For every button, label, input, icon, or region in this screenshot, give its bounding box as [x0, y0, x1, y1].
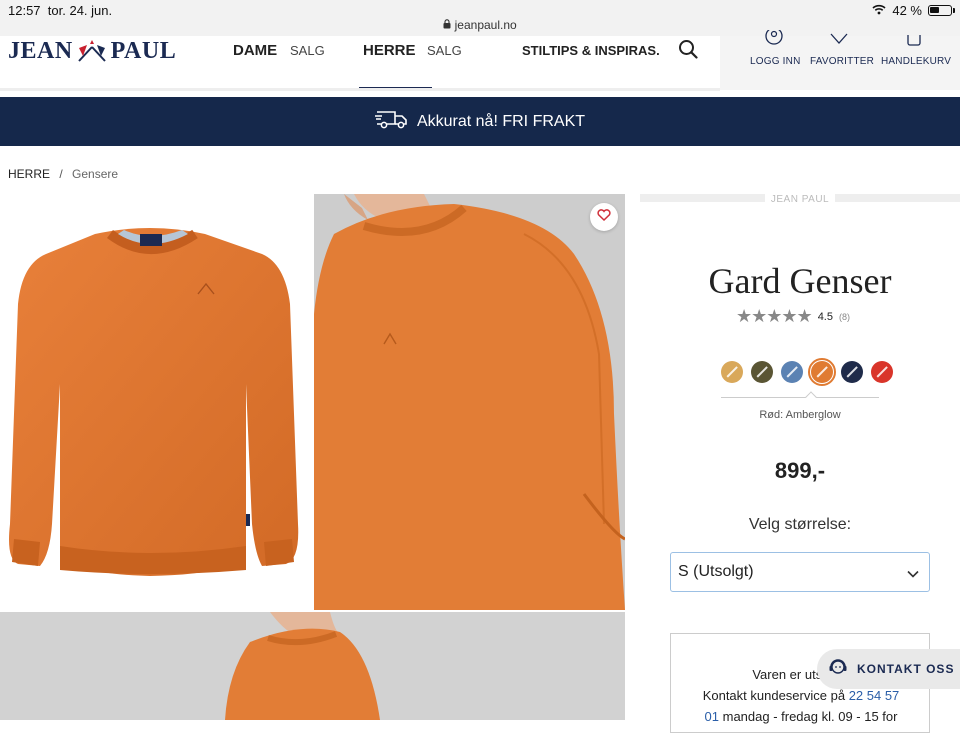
- lock-icon: [443, 18, 454, 32]
- color-swatch-4[interactable]: [841, 361, 863, 383]
- delivery-truck-icon: [374, 108, 409, 135]
- heart-icon: [829, 32, 849, 49]
- banner-text: Akkurat nå! FRI FRAKT: [416, 112, 586, 130]
- product-image-front[interactable]: [0, 194, 311, 610]
- battery-icon: [928, 5, 955, 16]
- add-to-favorites-button[interactable]: [590, 203, 618, 231]
- bag-icon: [906, 34, 922, 49]
- breadcrumb-separator: /: [59, 167, 63, 181]
- breadcrumb-current[interactable]: Gensere: [72, 167, 118, 181]
- color-swatch-2[interactable]: [781, 361, 803, 383]
- heart-icon: [597, 208, 611, 226]
- selected-color-name: Rød: Amberglow: [759, 409, 841, 421]
- brand-logo[interactable]: JEAN PAUL: [8, 36, 176, 66]
- stock-line-3: 01 mandag - fredag kl. 09 - 15 for: [704, 709, 898, 724]
- nav-herre-sale[interactable]: SALG: [427, 43, 462, 58]
- color-swatch-5[interactable]: [871, 361, 893, 383]
- brand-name: JEAN PAUL: [640, 194, 960, 205]
- breadcrumb: HERRE / Gensere: [8, 167, 118, 181]
- status-date: tor. 24. jun.: [47, 3, 113, 18]
- size-select[interactable]: S (Utsolgt): [670, 552, 930, 592]
- site-header: JEAN PAUL DAME SALG HERRE SALG STILTIPS …: [0, 27, 960, 90]
- status-bar: 12:57 tor. 24. jun. jeanpaul.no 42 %: [0, 0, 960, 36]
- support-agent-icon: [827, 656, 849, 683]
- color-swatch-1[interactable]: [751, 361, 773, 383]
- review-count: (8): [838, 311, 850, 322]
- url-text: jeanpaul.no: [454, 18, 517, 32]
- product-rating[interactable]: ★★★★★ 4.5 (8): [736, 306, 850, 327]
- product-image-closeup[interactable]: [0, 612, 625, 720]
- size-label: Velg størrelse:: [748, 516, 852, 533]
- nav-herre[interactable]: HERRE: [363, 42, 416, 59]
- battery-percent: 42 %: [892, 3, 922, 18]
- color-swatch-3[interactable]: [808, 358, 836, 386]
- breadcrumb-herre[interactable]: HERRE: [8, 167, 50, 181]
- size-select-value: S (Utsolgt): [678, 563, 754, 580]
- rating-stars-icon: ★★★★★: [736, 306, 813, 326]
- nav-stiltips[interactable]: STILTIPS & INSPIRAS.: [522, 43, 660, 58]
- rating-value: 4.5: [817, 310, 833, 323]
- url-bar[interactable]: jeanpaul.no: [0, 18, 960, 32]
- product-image-side[interactable]: [314, 194, 625, 610]
- phone-link-end[interactable]: 01: [705, 709, 719, 724]
- status-indicators: 42 %: [872, 3, 955, 18]
- search-icon[interactable]: [678, 39, 698, 64]
- nav-dame[interactable]: DAME: [233, 42, 277, 59]
- user-icon: [764, 27, 784, 49]
- contact-us-label: KONTAKT OSS: [857, 662, 955, 676]
- nav-dame-sale[interactable]: SALG: [290, 43, 325, 58]
- crossed-flags-icon: [75, 39, 109, 63]
- phone-link[interactable]: 22 54 57: [849, 688, 900, 703]
- color-swatch-0[interactable]: [721, 361, 743, 383]
- status-time: 12:57 tor. 24. jun.: [8, 3, 113, 18]
- color-swatches: [721, 358, 893, 386]
- product-title: Gard Genser: [708, 261, 892, 301]
- account-bar: LOGG INN FAVORITTER HANDLEKURV: [720, 27, 960, 90]
- product-details: JEAN PAUL Gard Genser ★★★★★ 4.5 (8) Rød:…: [640, 194, 960, 733]
- product-price: 899,-: [774, 458, 826, 483]
- swatch-divider: [721, 397, 879, 398]
- contact-us-button[interactable]: KONTAKT OSS: [817, 649, 960, 689]
- swatch-caret: [805, 391, 817, 403]
- wifi-icon: [872, 3, 886, 18]
- chevron-down-icon: [907, 565, 919, 583]
- header-divider: [0, 88, 720, 91]
- free-shipping-banner[interactable]: Akkurat nå! FRI FRAKT: [0, 97, 960, 146]
